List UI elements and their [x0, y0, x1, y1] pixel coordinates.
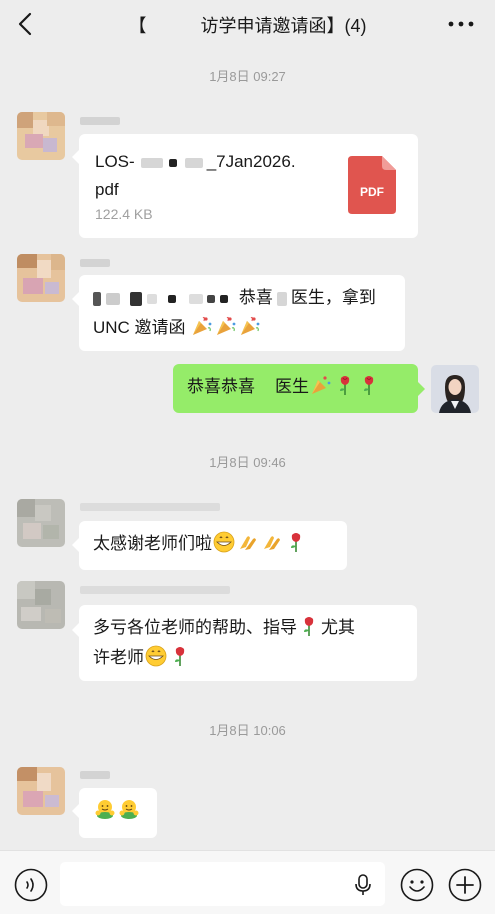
- party-popper-icon: [312, 376, 331, 394]
- rose-icon: [291, 533, 301, 552]
- sender-name: [80, 500, 220, 514]
- clap-hands-icon: [240, 536, 256, 550]
- avatar[interactable]: [17, 581, 65, 629]
- rose-icon: [364, 376, 374, 395]
- pdf-file-icon: PDF: [348, 156, 396, 214]
- back-arrow-icon[interactable]: [12, 10, 40, 38]
- rose-icon: [304, 617, 314, 636]
- chat-title: 【 访学申请邀请函】(4): [128, 16, 367, 36]
- bubble-tail: [72, 804, 79, 818]
- grin-face-icon: [213, 531, 235, 553]
- self-avatar[interactable]: [431, 365, 479, 413]
- sender-name: [80, 114, 120, 128]
- emoji-icon[interactable]: [400, 868, 434, 902]
- party-popper-icon: [217, 316, 236, 335]
- sender-name: [80, 583, 230, 597]
- plus-icon[interactable]: [448, 868, 482, 902]
- more-dots-icon[interactable]: [445, 10, 477, 38]
- party-popper-icon: [193, 316, 212, 335]
- timestamp: 1月8日 09:46: [209, 455, 286, 470]
- message-bubble[interactable]: [79, 788, 157, 838]
- sender-name: [80, 256, 110, 270]
- microphone-icon[interactable]: [352, 873, 374, 897]
- timestamp: 1月8日 10:06: [209, 723, 286, 738]
- avatar[interactable]: [17, 767, 65, 815]
- file-message[interactable]: LOS- _7Jan2026. pdf 122.4 KB PDF: [79, 134, 418, 238]
- message-bubble[interactable]: 多亏各位老师的帮助、指导 尤其 许老师: [79, 605, 417, 681]
- avatar[interactable]: [17, 254, 65, 302]
- message-bubble[interactable]: 恭喜 医生，拿到 UNC 邀请函: [79, 275, 405, 351]
- clap-hands-icon: [264, 536, 280, 550]
- input-toolbar: [0, 850, 495, 914]
- bubble-tail: [72, 623, 79, 637]
- hug-emoji-icon: [119, 800, 139, 819]
- grin-face-icon: [145, 645, 167, 667]
- message-input[interactable]: [60, 862, 385, 906]
- avatar[interactable]: [17, 499, 65, 547]
- hug-emoji-icon: [95, 800, 115, 819]
- bubble-tail: [72, 292, 79, 306]
- timestamp: 1月8日 09:27: [209, 69, 286, 84]
- bubble-tail: [418, 382, 425, 396]
- avatar[interactable]: [17, 112, 65, 160]
- file-size: 122.4 KB: [95, 206, 153, 222]
- message-list[interactable]: 1月8日 09:27 LOS- _7Jan2026. pdf 122.4 KB P…: [0, 48, 495, 850]
- bubble-tail: [72, 150, 79, 164]
- rose-icon: [340, 376, 350, 395]
- message-bubble-self[interactable]: 恭喜恭喜 医生: [173, 364, 418, 413]
- chat-header: 【 访学申请邀请函】(4): [0, 0, 495, 48]
- sender-name: [80, 768, 110, 782]
- rose-icon: [175, 647, 185, 666]
- message-bubble[interactable]: 太感谢老师们啦: [79, 521, 347, 570]
- file-name: LOS- _7Jan2026. pdf: [95, 152, 296, 199]
- voice-icon[interactable]: [14, 868, 48, 902]
- pdf-badge: PDF: [360, 185, 384, 199]
- party-popper-icon: [241, 316, 260, 335]
- bubble-tail: [72, 538, 79, 552]
